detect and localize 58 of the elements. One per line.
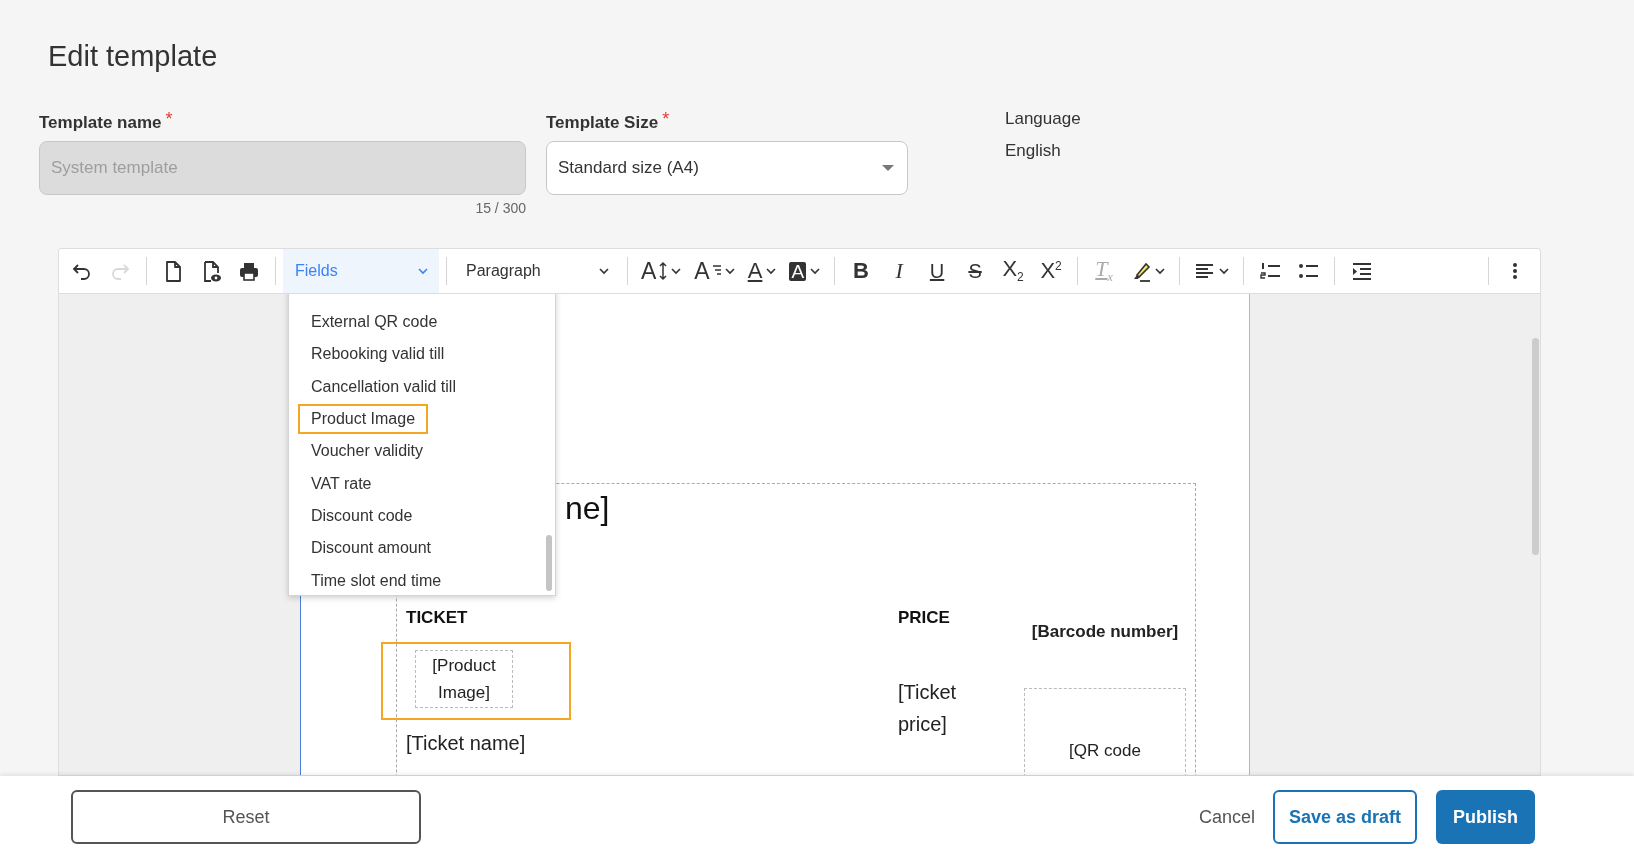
character-counter: 15 / 300	[475, 200, 526, 216]
caret-icon	[1218, 265, 1231, 277]
more-icon	[1512, 262, 1518, 280]
required-mark: *	[662, 109, 670, 130]
caret-icon	[417, 265, 429, 277]
caret-icon	[670, 265, 683, 277]
menu-item[interactable]: Time slot end time	[298, 565, 455, 595]
ticket-price-field: [Ticket price]	[898, 676, 978, 740]
font-size-button[interactable]: A	[635, 251, 689, 291]
column-heading: PRICE	[898, 608, 950, 628]
caret-icon	[1154, 265, 1167, 277]
cancel-button[interactable]: Cancel	[1188, 790, 1265, 844]
menu-item[interactable]: Cancellation valid till	[298, 371, 469, 402]
menu-item[interactable]: Discount amount	[298, 533, 445, 564]
line-height-button[interactable]: A	[688, 251, 742, 291]
reset-button[interactable]: Reset	[71, 790, 421, 844]
menu-item[interactable]: Discount code	[298, 500, 426, 531]
required-mark: *	[165, 109, 173, 130]
field-label: Template name	[39, 112, 162, 133]
barcode-number-field: [Barcode number]	[1031, 622, 1179, 642]
menu-item[interactable]: Rebooking valid till	[298, 339, 458, 370]
caret-icon	[765, 265, 778, 277]
arrows-icon	[659, 261, 668, 281]
strikethrough-button[interactable]: S	[956, 251, 995, 291]
lines-icon	[712, 264, 721, 278]
menu-item[interactable]: Product Image	[298, 404, 429, 435]
scrollbar-thumb[interactable]	[1532, 338, 1539, 555]
printer-icon	[238, 260, 260, 282]
caret-icon	[598, 265, 610, 277]
superscript-button[interactable]: X$^{2}$	[1032, 251, 1071, 291]
caret-icon	[723, 265, 736, 277]
background-color-button[interactable]: A	[783, 251, 828, 291]
menu-item[interactable]: External QR code	[298, 307, 451, 338]
template-size-select[interactable]: Standard size (A4)	[546, 141, 908, 195]
field-label: Template Size	[546, 112, 659, 133]
caret-icon	[809, 265, 822, 277]
bold-button[interactable]: B	[842, 251, 881, 291]
save-draft-button[interactable]: Save as draft	[1272, 790, 1417, 844]
dropdown-arrow-icon	[881, 164, 895, 172]
subscript-button[interactable]: X$_{2}$	[994, 251, 1033, 291]
indent-icon	[1350, 260, 1373, 282]
italic-button[interactable]: I	[880, 251, 919, 291]
ticket-heading: ne]	[565, 490, 610, 526]
scrollbar-thumb[interactable]	[546, 535, 552, 591]
paragraph-dropdown[interactable]: Paragraph	[454, 249, 620, 293]
product-image-placeholder[interactable]: [Product Image]	[415, 650, 513, 708]
ticket-name-field: [Ticket name]	[406, 732, 526, 755]
page-title: Edit template	[48, 40, 218, 73]
qr-code-label: [QR code	[1069, 741, 1141, 760]
language-label: Language	[1005, 109, 1081, 129]
menu-item[interactable]: Voucher validity	[298, 436, 437, 467]
underline-button[interactable]: U	[918, 251, 957, 291]
column-heading: TICKET	[406, 608, 468, 628]
numbered-list-icon	[1259, 260, 1282, 282]
menu-item[interactable]: VAT rate	[298, 468, 385, 499]
publish-button[interactable]: Publish	[1436, 790, 1535, 844]
language-value: English	[1005, 141, 1061, 161]
font-color-button[interactable]: A	[741, 251, 784, 291]
